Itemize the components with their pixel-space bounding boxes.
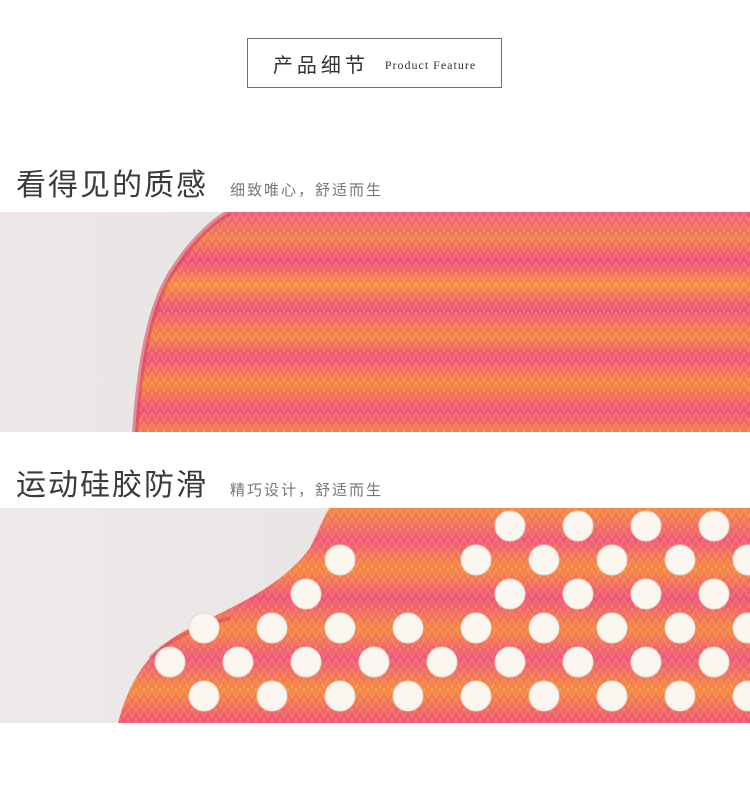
silicone-dot	[528, 544, 560, 576]
knit-texture-image	[0, 212, 750, 432]
header-title-cn: 产品细节	[272, 52, 369, 77]
silicone-dot	[630, 578, 662, 610]
silicone-dot	[562, 646, 594, 678]
silicone-dot	[392, 612, 424, 644]
silicone-dot	[324, 612, 356, 644]
silicone-dot	[222, 646, 254, 678]
silicone-dot	[426, 646, 458, 678]
silicone-dot	[494, 578, 526, 610]
section-title-texture: 看得见的质感 细致唯心，舒适而生	[16, 160, 383, 204]
silicone-dot	[664, 680, 696, 712]
silicone-dot	[358, 646, 390, 678]
silicone-dot	[460, 544, 492, 576]
section-1-title: 看得见的质感	[16, 168, 208, 203]
silicone-dot	[494, 510, 526, 542]
silicone-dot	[188, 680, 220, 712]
silicone-dot	[698, 510, 730, 542]
silicone-dot	[256, 680, 288, 712]
silicone-dot	[528, 680, 560, 712]
section-2-subtitle: 精巧设计，舒适而生	[230, 481, 384, 499]
silicone-dot	[154, 646, 186, 678]
silicone-dot	[596, 612, 628, 644]
silicone-dot	[324, 544, 356, 576]
section-1-subtitle: 细致唯心，舒适而生	[230, 181, 384, 199]
silicone-dot	[188, 612, 220, 644]
knit-texture-photo	[0, 212, 750, 432]
silicone-dot	[460, 680, 492, 712]
silicone-dot	[562, 578, 594, 610]
silicone-dot	[494, 646, 526, 678]
section-2-title: 运动硅胶防滑	[16, 468, 208, 503]
silicone-dot	[528, 612, 560, 644]
silicone-dot	[596, 544, 628, 576]
silicone-dot	[392, 680, 424, 712]
silicone-dot	[324, 680, 356, 712]
silicone-dot	[630, 510, 662, 542]
section-title-antislip: 运动硅胶防滑 精巧设计，舒适而生	[16, 460, 383, 504]
product-feature-header: 产品细节 Product Feature	[247, 38, 502, 88]
silicone-dot	[256, 612, 288, 644]
silicone-dot	[460, 612, 492, 644]
silicone-dots-photo	[0, 508, 750, 723]
header-title-en: Product Feature	[384, 57, 477, 72]
silicone-dot	[664, 544, 696, 576]
silicone-dot	[630, 646, 662, 678]
silicone-dots-image	[0, 508, 750, 723]
silicone-dot	[596, 680, 628, 712]
silicone-dot	[664, 612, 696, 644]
silicone-dot	[698, 578, 730, 610]
silicone-dot	[698, 646, 730, 678]
silicone-dot	[290, 646, 322, 678]
silicone-dot	[562, 510, 594, 542]
silicone-dot	[290, 578, 322, 610]
